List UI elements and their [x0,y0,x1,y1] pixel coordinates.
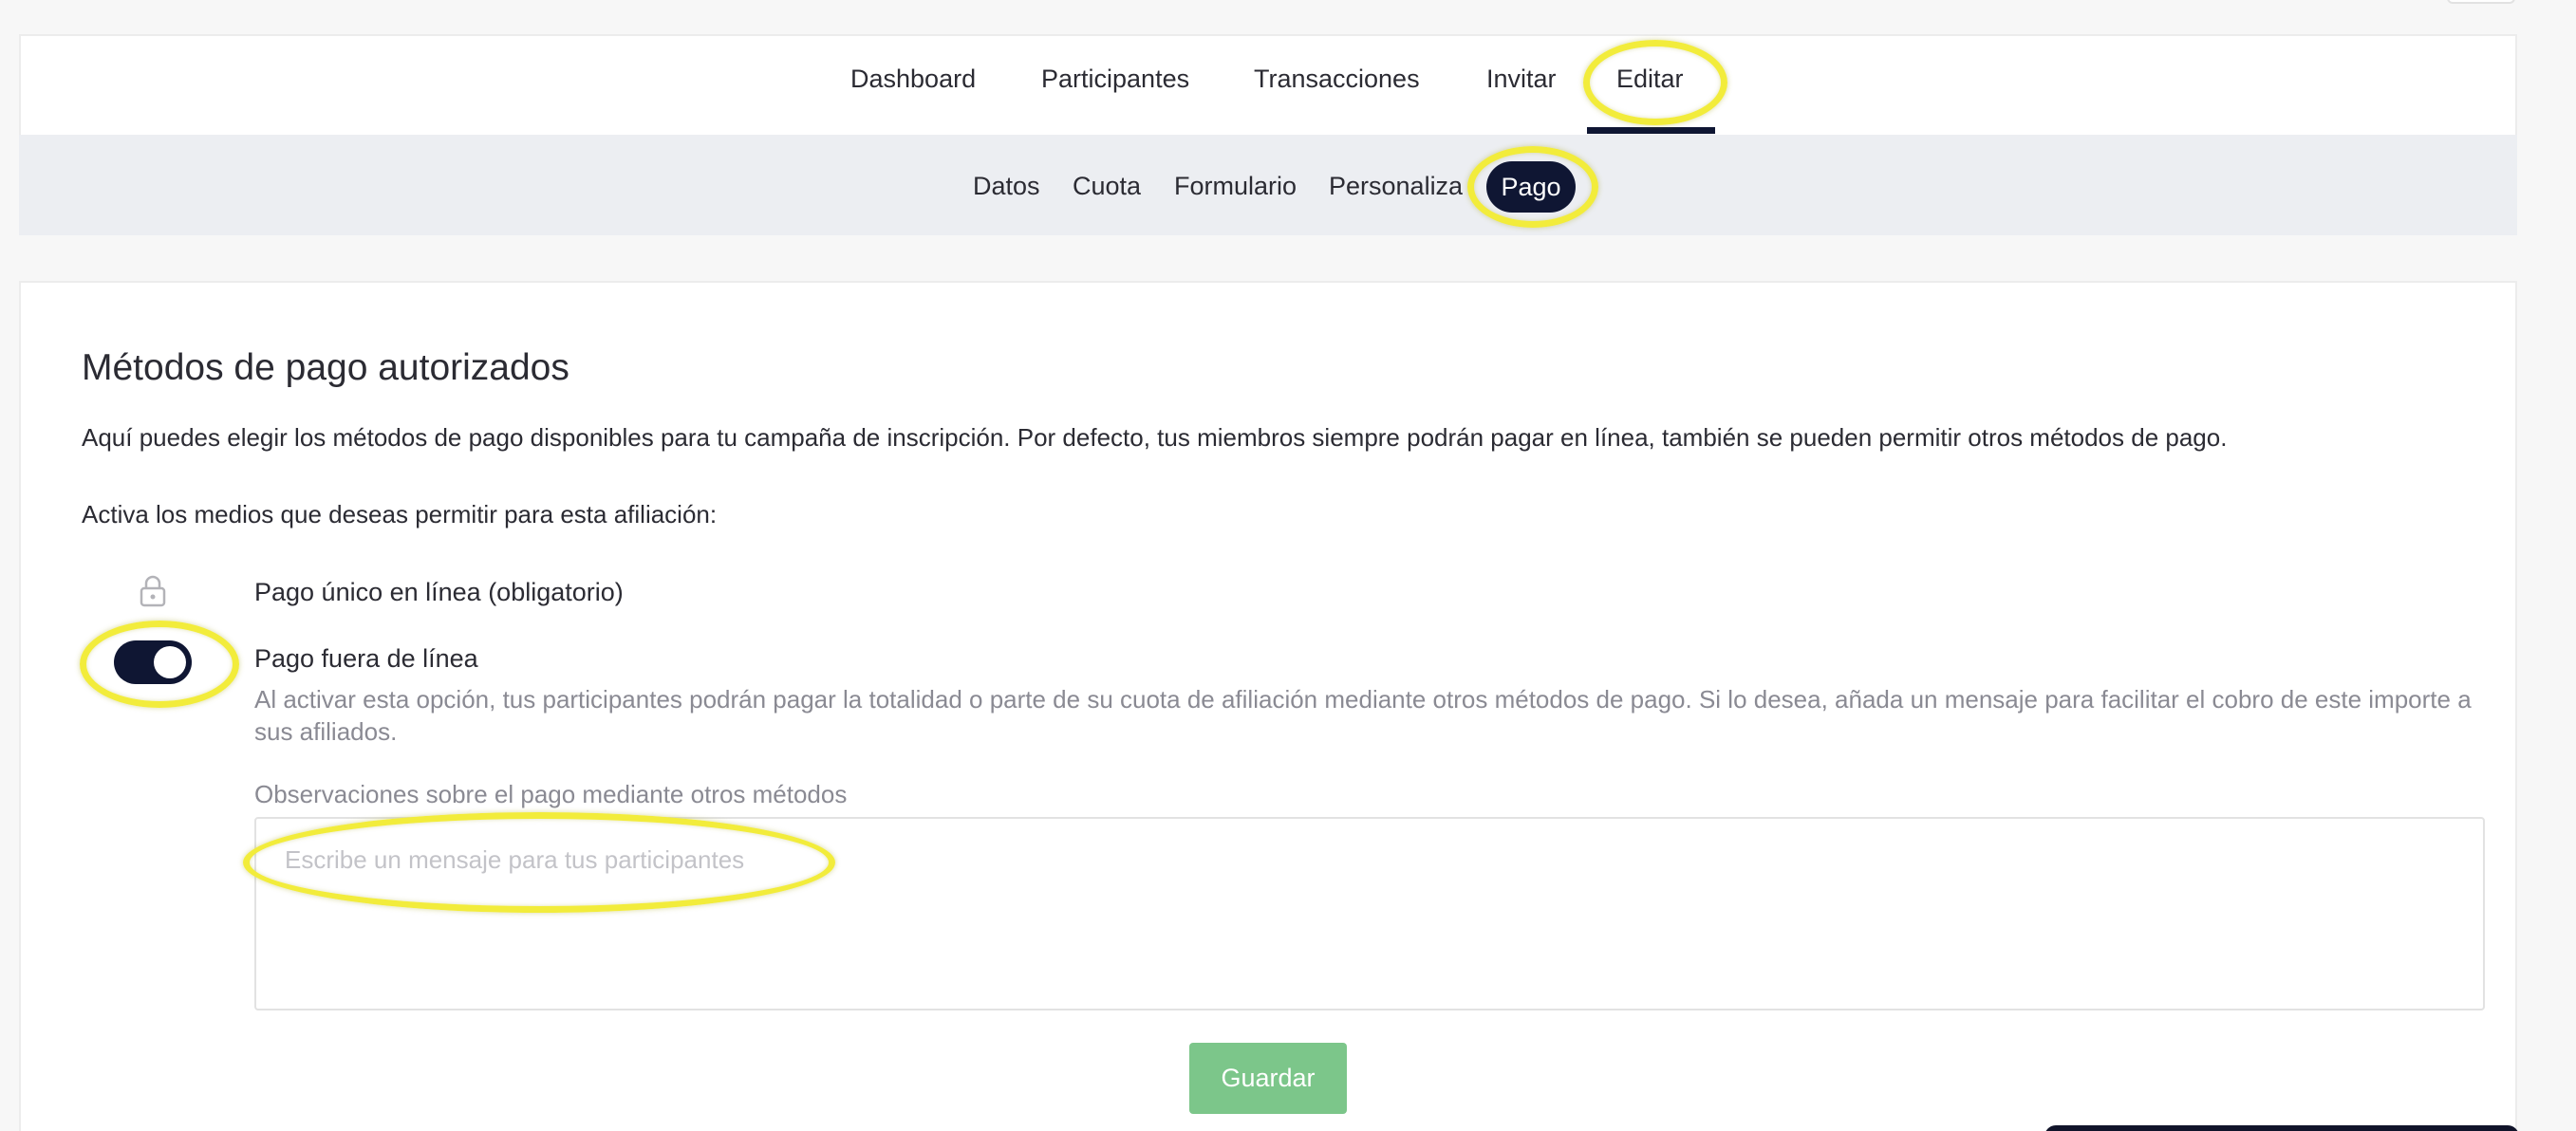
observations-label: Observaciones sobre el pago mediante otr… [254,780,848,808]
tab-invitar[interactable]: Invitar [1486,65,1557,94]
page-title: Métodos de pago autorizados [82,347,569,388]
chat-widget-bar[interactable] [2044,1125,2519,1131]
subnav-item-personaliza[interactable]: Personaliza [1329,172,1463,201]
subnav-item-cuota[interactable]: Cuota [1073,172,1141,201]
lock-icon [139,573,167,607]
intro-text: Aquí puedes elegir los métodos de pago d… [82,423,2228,452]
active-tab-indicator [1587,127,1715,134]
offline-payment-label: Pago fuera de línea [254,644,478,673]
subnav-item-datos[interactable]: Datos [973,172,1040,201]
tab-dashboard[interactable]: Dashboard [850,65,976,94]
observations-textarea[interactable] [254,817,2485,1010]
tab-participantes[interactable]: Participantes [1041,65,1189,94]
toggle-knob [154,646,186,678]
page: Dashboard Participantes Transacciones In… [0,0,2576,1131]
activate-prompt: Activa los medios que deseas permitir pa… [82,500,718,528]
top-right-control[interactable] [2447,0,2515,4]
tab-editar[interactable]: Editar [1616,65,1684,94]
save-button[interactable]: Guardar [1189,1043,1347,1114]
subnav-item-formulario[interactable]: Formulario [1174,172,1297,201]
offline-payment-help: Al activar esta opción, tus participante… [254,685,2472,746]
tab-transacciones[interactable]: Transacciones [1254,65,1420,94]
online-payment-label: Pago único en línea (obligatorio) [254,578,624,606]
offline-payment-toggle[interactable] [114,640,192,684]
subnav-item-pago[interactable]: Pago [1486,161,1576,213]
